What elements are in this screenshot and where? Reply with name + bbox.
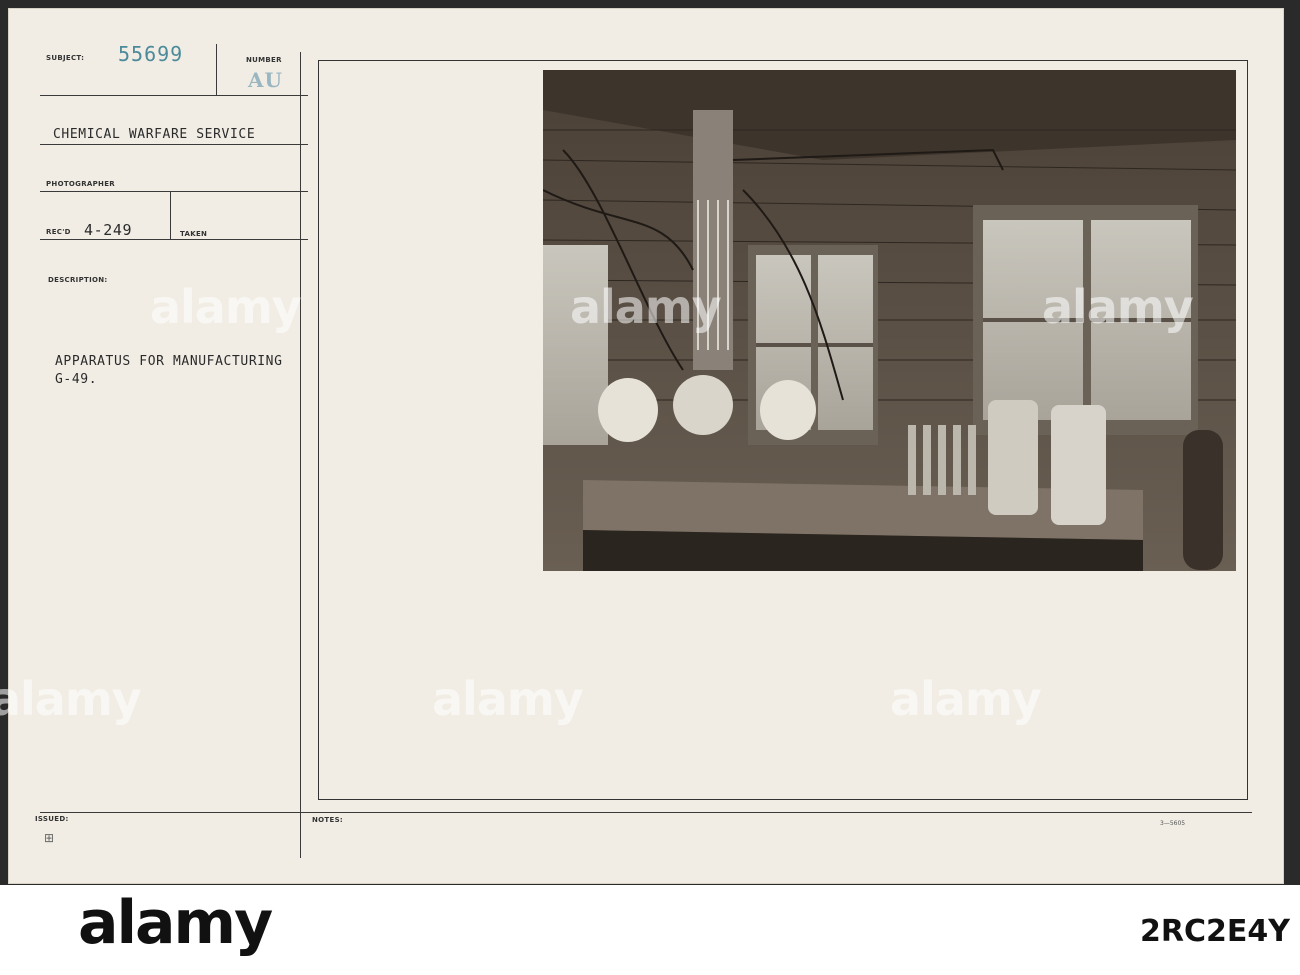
description-line-2: G-49. [55,372,98,387]
notes-label: NOTES: [312,816,344,824]
watermark: alamy [890,672,1042,726]
watermark: alamy [432,672,584,726]
subject-number: 55699 [118,42,184,66]
rule [216,44,217,96]
alamy-logo[interactable]: alamy [78,888,273,958]
rule [170,192,171,239]
rule [40,812,1252,813]
recd-label: REC'D [46,228,71,236]
recd-value: 4-249 [84,221,133,239]
rule [40,95,308,96]
form-code: 3—5605 [1160,820,1186,827]
description-label: DESCRIPTION: [48,276,108,284]
rule [40,239,308,240]
watermark: alamy [0,672,142,726]
watermark: alamy [570,280,722,334]
subject-label: SUBJECT: [46,54,85,62]
image-id: 2RC2E4Y [1140,914,1290,949]
rule [40,144,308,145]
issued-label: ISSUED: [35,815,69,823]
organization: CHEMICAL WARFARE SERVICE [53,127,256,142]
taken-label: TAKEN [180,230,208,238]
issued-mark: ⊞ [44,831,55,845]
rule [40,191,308,192]
watermark: alamy [1042,280,1194,334]
number-stamp: AU [248,68,283,92]
photographer-label: PHOTOGRAPHER [46,180,115,188]
description-line-1: APPARATUS FOR MANUFACTURING [55,354,283,369]
number-label: NUMBER [246,56,282,64]
column-divider [300,52,301,858]
watermark: alamy [150,280,302,334]
